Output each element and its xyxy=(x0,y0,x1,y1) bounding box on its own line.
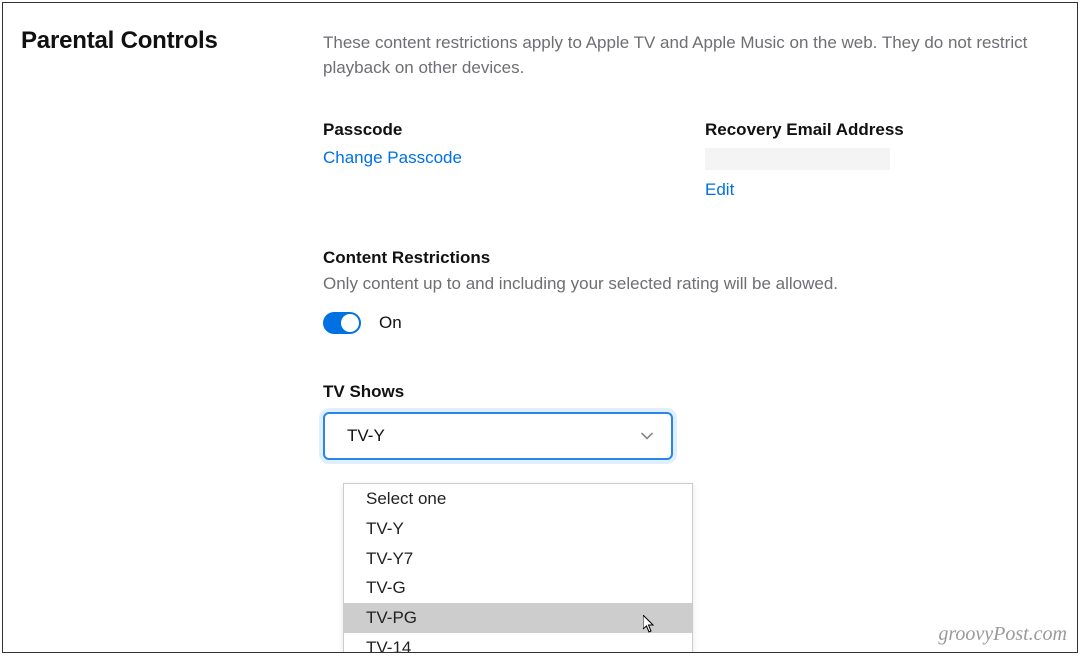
tv-shows-field: TV Shows TV-Y xyxy=(323,382,1047,460)
content-restrictions-toggle-row: On xyxy=(323,312,1047,334)
content-restrictions-description: Only content up to and including your se… xyxy=(323,274,1047,294)
watermark: groovyPost.com xyxy=(938,623,1067,646)
change-passcode-link[interactable]: Change Passcode xyxy=(323,148,665,168)
content-restrictions-title: Content Restrictions xyxy=(323,248,1047,268)
content-restrictions-toggle[interactable] xyxy=(323,312,361,334)
dropdown-option-tv-y7[interactable]: TV-Y7 xyxy=(344,544,692,574)
tv-shows-selected-value: TV-Y xyxy=(347,426,385,446)
dropdown-option-tv-g[interactable]: TV-G xyxy=(344,573,692,603)
dropdown-option-select-one[interactable]: Select one xyxy=(344,484,692,514)
passcode-block: Passcode Change Passcode xyxy=(323,120,665,200)
dropdown-option-tv-y[interactable]: TV-Y xyxy=(344,514,692,544)
page-title: Parental Controls xyxy=(21,27,323,55)
credentials-row: Passcode Change Passcode Recovery Email … xyxy=(323,120,1047,200)
toggle-state-label: On xyxy=(379,313,402,333)
chevron-down-icon xyxy=(641,430,653,442)
page-description: These content restrictions apply to Appl… xyxy=(323,27,1047,80)
tv-shows-label: TV Shows xyxy=(323,382,1047,402)
left-column: Parental Controls xyxy=(3,27,323,652)
settings-panel: Parental Controls These content restrict… xyxy=(2,2,1078,653)
dropdown-option-tv-pg[interactable]: TV-PG xyxy=(344,603,692,633)
content-restrictions-section: Content Restrictions Only content up to … xyxy=(323,248,1047,334)
tv-shows-select[interactable]: TV-Y xyxy=(323,412,673,460)
passcode-label: Passcode xyxy=(323,120,665,140)
toggle-knob xyxy=(341,314,359,332)
edit-recovery-email-link[interactable]: Edit xyxy=(705,180,1047,200)
recovery-email-label: Recovery Email Address xyxy=(705,120,1047,140)
tv-shows-dropdown[interactable]: Select one TV-Y TV-Y7 TV-G TV-PG TV-14 T… xyxy=(343,483,693,653)
recovery-email-block: Recovery Email Address Edit xyxy=(705,120,1047,200)
recovery-email-value-redacted xyxy=(705,148,890,170)
dropdown-option-tv-14[interactable]: TV-14 xyxy=(344,633,692,653)
